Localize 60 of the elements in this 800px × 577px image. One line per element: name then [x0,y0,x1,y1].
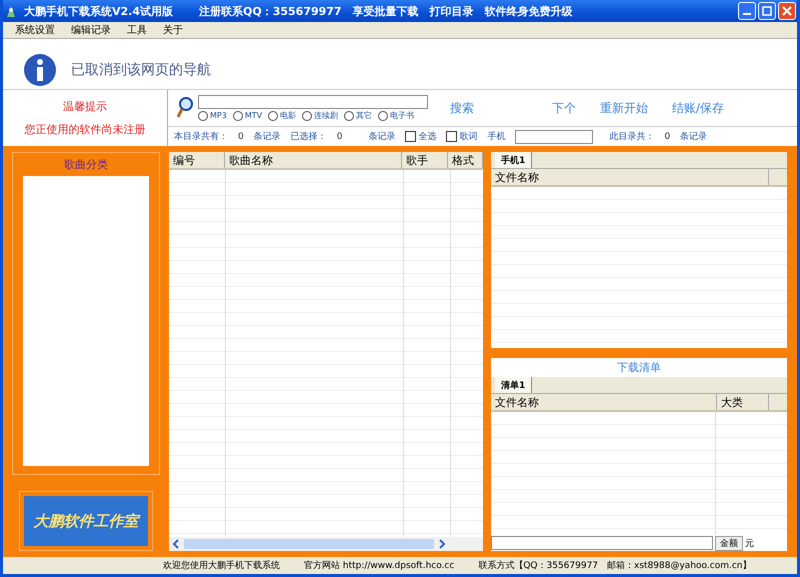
menu-item[interactable]: 编辑记录 [63,23,119,37]
maximize-button[interactable] [758,2,776,20]
stat-label: 条记录 [680,130,708,143]
stat-label: 本目录共有： [174,130,228,143]
type-radio[interactable]: 电影 [268,110,296,121]
maximize-icon [762,6,772,16]
horizontal-scrollbar[interactable] [169,537,483,551]
type-radio[interactable]: MP3 [198,110,227,121]
column-header[interactable]: 编号 [169,152,225,168]
column-header[interactable]: 格式 [448,152,483,168]
close-button[interactable] [778,2,796,20]
navigation-message: 已取消到该网页的导航 [71,61,211,79]
amount-button[interactable]: 金额 [715,536,743,550]
stat-value: 0 [336,132,342,142]
tip-title: 温馨提示 [63,99,107,114]
minimize-button[interactable] [738,2,756,20]
menu-item[interactable]: 工具 [119,23,155,37]
stat-label: 手机 [487,130,506,143]
option-checkbox[interactable]: 歌词 [446,130,478,143]
type-radio[interactable]: 其它 [344,110,372,121]
phone-field[interactable] [515,130,594,144]
stat-label: 此目录共： [609,130,654,143]
list-tab[interactable]: 清单1 [495,377,532,393]
download-title: 下载清单 [617,360,661,376]
menu-item[interactable]: 关于 [155,23,191,37]
amount-field[interactable] [491,536,713,550]
action-link[interactable]: 下个 [552,100,576,116]
window-title: 大鹏手机下载系统V2.4试用版 [24,4,173,18]
action-link[interactable]: 重新开始 [600,100,648,116]
minimize-icon [743,13,751,15]
status-text: 官方网站 http://www.dpsoft.hco.cc [304,560,454,572]
app-icon [4,4,18,18]
stat-label: 条记录 [368,130,396,143]
column-header[interactable]: 文件名称 [491,394,717,410]
column-header[interactable]: 歌手 [402,152,448,168]
column-header[interactable]: 大类 [717,394,769,410]
status-text: 联系方式【QQ：355679977 邮箱：xst8988@yahoo.com.cn】 [478,560,752,572]
type-radio[interactable]: 电子书 [378,110,414,121]
status-text: 欢迎您使用大鹏手机下载系统 [163,560,280,572]
window-title-info: 注册联系QQ：355679977 享受批量下载 打印目录 软件终身免费升级 [199,4,573,18]
search-icon [176,97,194,119]
stat-value: 0 [238,132,244,142]
studio-logo: 大鹏软件工作室 [24,496,148,546]
search-field[interactable] [198,95,428,109]
action-link[interactable]: 结账/保存 [672,100,724,116]
amount-unit: 元 [745,538,754,550]
column-header[interactable]: 歌曲名称 [225,152,402,168]
category-title: 歌曲分类 [64,157,108,172]
option-checkbox[interactable]: 全选 [405,130,436,143]
type-radio[interactable]: 连续剧 [302,110,338,121]
close-icon [782,6,792,16]
action-link[interactable]: 搜索 [450,100,474,116]
stat-value: 0 [664,132,670,142]
phone-tab[interactable]: 手机1 [495,152,532,168]
info-icon [23,53,57,87]
tip-text: 您正使用的软件尚未注册 [24,122,146,137]
stat-label: 已选择： [290,130,327,143]
type-radio[interactable]: MTV [232,110,262,121]
stat-label: 条记录 [254,130,281,143]
menu-item[interactable]: 系统设置 [7,23,63,37]
